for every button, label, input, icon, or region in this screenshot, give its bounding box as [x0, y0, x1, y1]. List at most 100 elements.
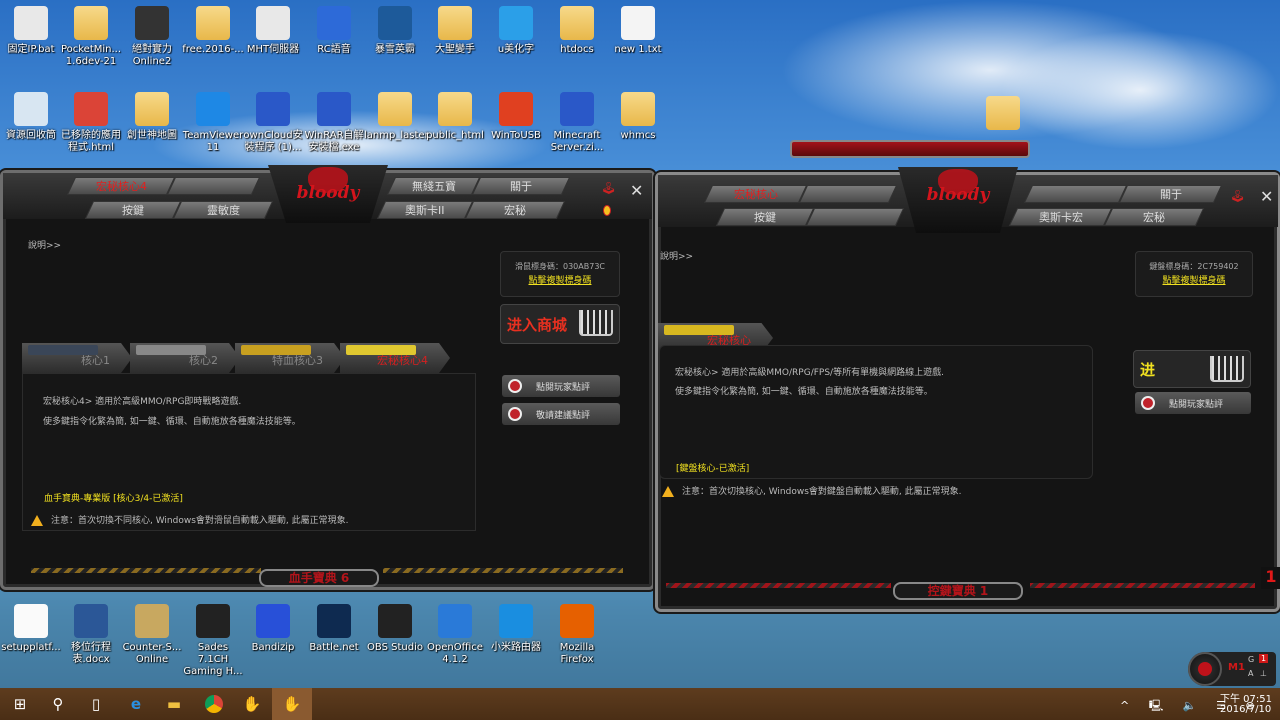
- desktop-icon[interactable]: 創世神地圖: [121, 92, 183, 142]
- tab-about[interactable]: 關于: [471, 177, 571, 195]
- help-link[interactable]: 說明>>: [28, 238, 61, 251]
- desktop-icon[interactable]: u美化字: [485, 6, 547, 56]
- core-tab-1[interactable]: 核心1: [22, 343, 132, 373]
- desktop-icon[interactable]: PocketMin... 1.6dev-21: [60, 6, 122, 68]
- tab-macro-core[interactable]: 宏秘核心4: [66, 177, 176, 195]
- desktop-icon[interactable]: WinRAR自解安裝檔.exe: [303, 92, 365, 154]
- tab-macro[interactable]: 宏秘: [1103, 208, 1205, 226]
- file-explorer-icon[interactable]: ▬: [154, 688, 194, 720]
- sades-icon: [196, 604, 230, 638]
- cart-icon: [1210, 356, 1244, 382]
- tab-empty[interactable]: [798, 185, 898, 203]
- desktop-icon[interactable]: RC語音: [303, 6, 365, 56]
- bulb-icon[interactable]: [603, 205, 611, 216]
- desktop-folder[interactable]: [972, 96, 1034, 134]
- desktop-icon[interactable]: Counter-S... Online: [121, 604, 183, 666]
- shop-button[interactable]: 进: [1133, 350, 1251, 388]
- desktop-icon[interactable]: Mozilla Firefox: [546, 604, 608, 666]
- desktop-icon[interactable]: 暴雪英霸: [364, 6, 426, 56]
- logo-text: bloody: [296, 183, 360, 203]
- core-tab-2[interactable]: 核心2: [130, 343, 240, 373]
- player-review-button[interactable]: 點閱玩家點評: [502, 375, 620, 397]
- tab-keys[interactable]: 按鍵: [715, 208, 815, 226]
- task-view-icon[interactable]: ▯: [76, 688, 116, 720]
- close-icon[interactable]: ✕: [1260, 187, 1273, 206]
- desktop-icon-label: setupplatf...: [1, 642, 61, 653]
- tab-empty[interactable]: [1023, 185, 1128, 203]
- tab-macro[interactable]: 宏秘: [464, 201, 566, 219]
- firefox-icon: [560, 604, 594, 638]
- edge-icon[interactable]: e: [116, 688, 156, 720]
- desktop-icon[interactable]: 小米路由器: [485, 604, 547, 654]
- bloody-app-icon[interactable]: ✋: [232, 688, 272, 720]
- desktop-icon[interactable]: WinToUSB: [485, 92, 547, 142]
- openoffice-icon: [438, 604, 472, 638]
- core-tab-4[interactable]: 宏秘核心4: [340, 343, 450, 373]
- bandizip-icon: [256, 604, 290, 638]
- bloody-status-widget[interactable]: M1 G 1 A ⊥: [1188, 652, 1276, 686]
- search-icon[interactable]: ⚲: [38, 688, 78, 720]
- player-review-button[interactable]: 點閱玩家點評: [1135, 392, 1251, 414]
- desktop-icon[interactable]: Bandizip: [242, 604, 304, 654]
- desktop-icon[interactable]: 已移除的應用程式.html: [60, 92, 122, 154]
- desktop-icon[interactable]: htdocs: [546, 6, 608, 56]
- desktop-icon[interactable]: TeamViewer 11: [182, 92, 244, 154]
- desktop-icon[interactable]: OpenOffice 4.1.2: [424, 604, 486, 666]
- desktop-icon[interactable]: whmcs: [607, 92, 669, 142]
- hazard-stripe: [666, 583, 891, 588]
- clock-time[interactable]: 下午 07:51: [1220, 690, 1272, 705]
- tab-label: 宏秘: [1143, 211, 1165, 224]
- tab-about[interactable]: 關于: [1118, 185, 1223, 203]
- core-description: 宏秘核心> 適用於高級MMO/RPG/FPS/等所有單機與網路線上遊戲.: [675, 368, 944, 378]
- desktop-icon[interactable]: OBS Studio: [364, 604, 426, 654]
- desktop-icon[interactable]: 資源回收筒: [0, 92, 62, 142]
- folder-icon: [74, 6, 108, 40]
- core-tab-3[interactable]: 特血核心3: [235, 343, 345, 373]
- desktop-icon-label: TeamViewer 11: [182, 130, 244, 153]
- tab-oscar-macro[interactable]: 奧斯卡宏: [1008, 208, 1113, 226]
- desktop-icon[interactable]: free.2016-...: [182, 6, 244, 56]
- tab-empty[interactable]: [166, 177, 261, 195]
- weapon-icon: [664, 325, 734, 335]
- tab-sensitivity[interactable]: 靈敏度: [172, 201, 274, 219]
- tab-keys[interactable]: 按鍵: [84, 201, 182, 219]
- start-windows-icon[interactable]: ⊞: [0, 688, 40, 720]
- frame-top-red: [790, 140, 1030, 158]
- desktop-icon[interactable]: 絕對實力 Online2: [121, 6, 183, 68]
- weapon-icon: [28, 345, 98, 355]
- desktop-icon[interactable]: new 1.txt: [607, 6, 669, 56]
- joystick-icon[interactable]: 🕹: [601, 181, 616, 195]
- tab-empty[interactable]: [805, 208, 905, 226]
- desktop-icon[interactable]: 移位行程表.docx: [60, 604, 122, 666]
- desktop-icon[interactable]: Battle.net: [303, 604, 365, 654]
- copy-id-link[interactable]: 點擊複製標身碼: [1162, 276, 1225, 286]
- clock-date[interactable]: 2016/7/10: [1220, 704, 1271, 715]
- desktop-icon[interactable]: 固定IP.bat: [0, 6, 62, 56]
- warning-icon: [662, 486, 674, 497]
- desktop-icon-label: lanmp_laster: [364, 130, 429, 141]
- suggest-review-button[interactable]: 敬請建議點評: [502, 403, 620, 425]
- desktop-icon-label: htdocs: [560, 44, 594, 55]
- close-icon[interactable]: ✕: [630, 181, 643, 200]
- folder-icon: [986, 96, 1020, 130]
- desktop-icon[interactable]: ownCloud安裝程序 (1)...: [242, 92, 304, 154]
- tab-macro-core[interactable]: 宏秘核心: [703, 185, 808, 203]
- desktop-icon[interactable]: setupplatf...: [0, 604, 62, 654]
- chrome-icon[interactable]: [194, 688, 234, 720]
- desktop-icon[interactable]: public_html: [424, 92, 486, 142]
- shop-button[interactable]: 进入商城: [500, 304, 620, 344]
- tab-label: 按鍵: [754, 211, 776, 224]
- tab-wireless[interactable]: 無綫五寶: [386, 177, 481, 195]
- joystick-icon[interactable]: 🕹: [1230, 189, 1245, 203]
- desktop-icon[interactable]: Sades 7.1CH Gaming H...: [182, 604, 244, 678]
- desktop-icon[interactable]: lanmp_laster: [364, 92, 429, 142]
- button-label: 敬請建議點評: [536, 410, 591, 421]
- cart-icon: [579, 310, 613, 336]
- bloody-app-active-icon[interactable]: ✋: [272, 688, 312, 720]
- copy-id-link[interactable]: 點擊複製標身碼: [528, 276, 591, 286]
- desktop-icon[interactable]: MHT伺服器: [242, 6, 304, 56]
- tab-oscar[interactable]: 奧斯卡II: [376, 201, 474, 219]
- desktop-icon[interactable]: Minecraft Server.zi...: [546, 92, 608, 154]
- desktop-icon[interactable]: 大聖變手: [424, 6, 486, 56]
- help-link[interactable]: 說明>>: [660, 249, 693, 262]
